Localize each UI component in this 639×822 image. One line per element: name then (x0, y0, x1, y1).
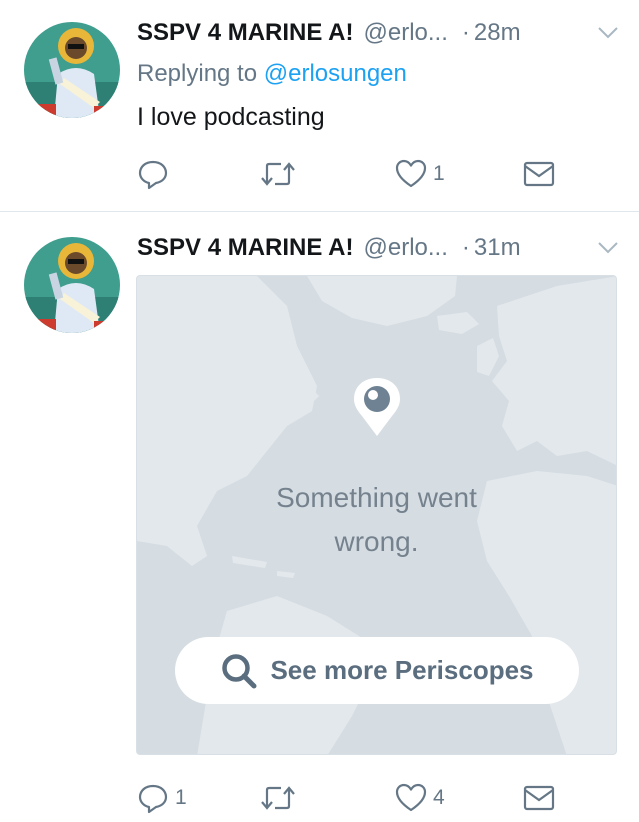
separator-dot: · (461, 234, 470, 261)
direct-message-button[interactable] (523, 157, 555, 191)
error-message: Something went wrong. (137, 476, 616, 564)
reply-button[interactable] (137, 157, 175, 191)
tweet-header: SSPV 4 MARINE A! @erlo... · 28m (137, 18, 621, 48)
retweet-icon (261, 786, 295, 810)
chevron-down-icon (598, 27, 618, 39)
like-button[interactable]: 4 (395, 781, 445, 815)
retweet-button[interactable] (261, 781, 301, 815)
timestamp[interactable]: 31m (474, 234, 521, 262)
avatar-icon (24, 237, 120, 333)
like-count: 1 (433, 162, 445, 185)
direct-message-button[interactable] (523, 781, 555, 815)
author-name[interactable]: SSPV 4 MARINE A! (137, 19, 353, 47)
reply-button[interactable]: 1 (137, 781, 187, 815)
author-handle[interactable]: @erlo... (363, 234, 447, 262)
timestamp[interactable]: 28m (474, 19, 521, 47)
periscope-card[interactable]: Something went wrong. See more Periscope… (136, 275, 617, 755)
tweet-header: SSPV 4 MARINE A! @erlo... · 31m (137, 233, 621, 263)
replying-to-label: Replying to (137, 60, 258, 87)
reply-icon (138, 160, 168, 190)
separator-dot: · (461, 19, 470, 46)
retweet-icon (261, 162, 295, 186)
tweet-text: I love podcasting (137, 103, 325, 131)
search-icon (222, 653, 257, 688)
retweet-button[interactable] (261, 157, 301, 191)
replying-to-handle[interactable]: @erlosungen (264, 60, 407, 87)
heart-icon (395, 159, 427, 188)
chevron-down-icon (598, 242, 618, 254)
error-line: wrong. (334, 526, 419, 557)
envelope-icon (523, 161, 555, 187)
avatar[interactable] (24, 22, 120, 118)
error-line: Something went (276, 482, 477, 513)
periscope-pin-icon (354, 378, 400, 436)
author-name[interactable]: SSPV 4 MARINE A! (137, 234, 353, 262)
see-more-label: See more Periscopes (270, 655, 534, 685)
reply-icon (138, 784, 168, 814)
author-handle[interactable]: @erlo... (363, 19, 447, 47)
tweet-actions: 1 (137, 157, 567, 191)
tweet-menu-button[interactable] (595, 235, 621, 261)
envelope-icon (523, 785, 555, 811)
tweet[interactable]: SSPV 4 MARINE A! @erlo... · 31m Somethin… (0, 213, 639, 822)
replying-to: Replying to @erlosungen (137, 60, 407, 88)
like-button[interactable]: 1 (395, 157, 445, 191)
like-count: 4 (433, 786, 445, 809)
reply-count: 1 (175, 786, 187, 809)
tweet-actions: 1 4 (137, 781, 567, 815)
avatar-icon (24, 22, 120, 118)
tweet[interactable]: SSPV 4 MARINE A! @erlo... · 28m Replying… (0, 0, 639, 212)
heart-icon (395, 783, 427, 812)
see-more-periscopes-button[interactable]: See more Periscopes (175, 637, 579, 704)
tweet-menu-button[interactable] (595, 20, 621, 46)
avatar[interactable] (24, 237, 120, 333)
